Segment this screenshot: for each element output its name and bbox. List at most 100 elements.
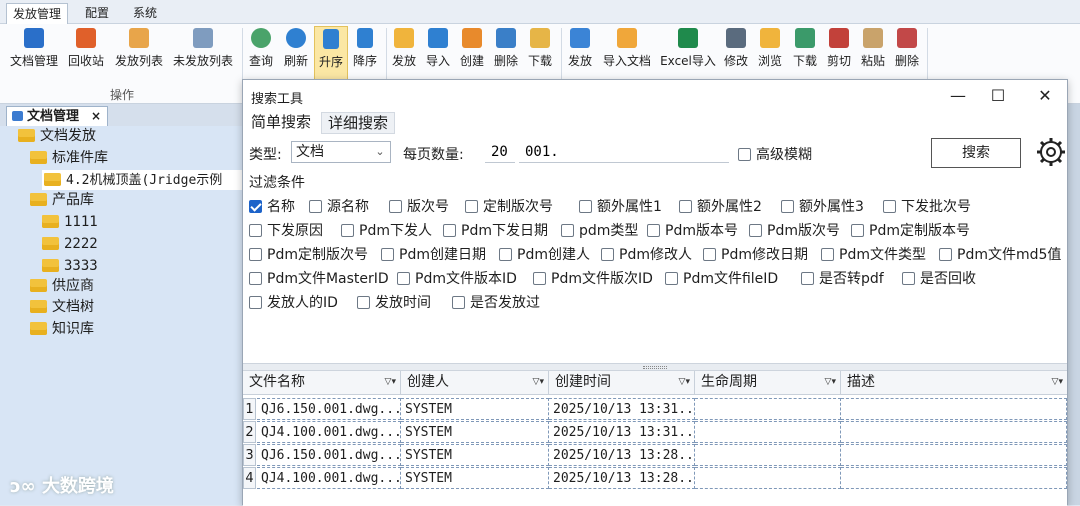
table-cell-creator[interactable]: SYSTEM	[401, 421, 549, 443]
table-cell-life[interactable]	[695, 467, 841, 489]
table-cell-desc[interactable]	[841, 444, 1067, 466]
filter-checkbox[interactable]: Pdm修改日期	[703, 244, 808, 264]
table-cell-time[interactable]: 2025/10/13 13:31...	[549, 398, 695, 420]
tab-detailed-search[interactable]: 详细搜索	[321, 112, 396, 134]
filter-checkbox[interactable]: Pdm定制版次号	[249, 244, 368, 264]
filter-sort-icon[interactable]: ▽▾	[825, 371, 836, 394]
filter-checkbox[interactable]: pdm类型	[561, 220, 638, 240]
paste-button[interactable]: 粘贴	[858, 26, 888, 76]
filter-checkbox[interactable]: Pdm下发日期	[443, 220, 548, 240]
filter-checkbox[interactable]: 下发原因	[249, 220, 323, 240]
tree-node-standard-parts[interactable]: 标准件库	[30, 148, 108, 168]
filter-checkbox[interactable]: 是否发放过	[452, 292, 540, 312]
tree-node-supplier[interactable]: 供应商	[30, 276, 94, 296]
create-button[interactable]: 创建	[457, 26, 487, 76]
table-cell-file[interactable]: QJ6.150.001.dwg...	[257, 444, 401, 466]
table-cell-life[interactable]	[695, 421, 841, 443]
tree-node-doc-tree[interactable]: 文档树	[30, 297, 94, 317]
table-cell-file[interactable]: QJ4.100.001.dwg...	[257, 467, 401, 489]
table-cell-time[interactable]: 2025/10/13 13:28...	[549, 467, 695, 489]
menu-tab-config[interactable]: 配置	[79, 3, 115, 24]
tree-node-2222[interactable]: 2222	[42, 234, 98, 254]
column-header-created-time[interactable]: 创建时间 ▽▾	[549, 371, 695, 395]
filter-checkbox[interactable]: 定制版次号	[465, 196, 553, 216]
tree-node-3333[interactable]: 3333	[42, 256, 98, 276]
maximize-icon[interactable]: ☐	[987, 85, 1009, 107]
download-doc-button[interactable]: 下载	[790, 26, 820, 76]
search-button[interactable]: 搜索	[931, 138, 1021, 168]
table-row[interactable]: 3 QJ6.150.001.dwg... SYSTEM 2025/10/13 13:2…	[243, 444, 1067, 466]
delete-button[interactable]: 删除	[491, 26, 521, 76]
filter-checkbox[interactable]: Pdm创建日期	[381, 244, 486, 264]
cut-button[interactable]: 剪切	[824, 26, 854, 76]
table-row[interactable]: 1 QJ6.150.001.dwg... SYSTEM 2025/10/13 13:3…	[243, 398, 1067, 420]
table-cell-desc[interactable]	[841, 467, 1067, 489]
filter-checkbox[interactable]: 源名称	[309, 196, 369, 216]
column-header-filename[interactable]: 文件名称 ▽▾	[243, 371, 401, 395]
panel-splitter[interactable]	[243, 363, 1067, 371]
filter-sort-icon[interactable]: ▽▾	[1052, 371, 1063, 394]
tab-simple-search[interactable]: 简单搜索	[245, 112, 318, 134]
filter-checkbox[interactable]: Pdm文件版本ID	[397, 268, 517, 288]
close-icon[interactable]: ✕	[1034, 85, 1056, 107]
filter-checkbox[interactable]: 版次号	[389, 196, 449, 216]
download-button[interactable]: 下载	[525, 26, 555, 76]
tree-node-knowledge[interactable]: 知识库	[30, 319, 94, 339]
close-tab-icon[interactable]: ×	[91, 107, 101, 126]
import-button[interactable]: 导入	[423, 26, 453, 76]
filter-checkbox[interactable]: Pdm文件MasterID	[249, 268, 389, 288]
filter-checkbox[interactable]: Pdm下发人	[341, 220, 432, 240]
tree-node-1111[interactable]: 1111	[42, 212, 98, 232]
table-cell-creator[interactable]: SYSTEM	[401, 467, 549, 489]
filter-checkbox[interactable]: 是否回收	[902, 268, 976, 288]
filter-checkbox[interactable]: 名称	[249, 196, 295, 216]
modify-button[interactable]: 修改	[721, 26, 751, 76]
table-cell-time[interactable]: 2025/10/13 13:28...	[549, 444, 695, 466]
menu-tab-distribution[interactable]: 发放管理	[6, 3, 69, 24]
column-header-lifecycle[interactable]: 生命周期 ▽▾	[695, 371, 841, 395]
filter-sort-icon[interactable]: ▽▾	[533, 371, 544, 394]
undistributed-list-button[interactable]: 未发放列表	[170, 26, 236, 76]
import-doc-button[interactable]: 导入文档	[600, 26, 654, 76]
filter-checkbox[interactable]: 额外属性3	[781, 196, 864, 216]
table-cell-life[interactable]	[695, 398, 841, 420]
filter-checkbox[interactable]: Pdm文件fileID	[665, 268, 778, 288]
tree-node-doc-distribution[interactable]: 文档发放	[18, 126, 96, 146]
table-cell-creator[interactable]: SYSTEM	[401, 444, 549, 466]
tab-document-management[interactable]: 文档管理 ×	[6, 106, 108, 126]
filter-checkbox[interactable]: Pdm创建人	[499, 244, 590, 264]
browse-button[interactable]: 浏览	[755, 26, 785, 76]
excel-import-button[interactable]: Excel导入	[658, 26, 718, 76]
table-cell-life[interactable]	[695, 444, 841, 466]
table-cell-desc[interactable]	[841, 398, 1067, 420]
filter-checkbox[interactable]: 下发批次号	[883, 196, 971, 216]
tree-node-product-lib[interactable]: 产品库	[30, 190, 94, 210]
filter-checkbox[interactable]: Pdm文件版次ID	[533, 268, 653, 288]
keyword-input[interactable]	[519, 141, 729, 163]
recycle-bin-button[interactable]: 回收站	[66, 26, 106, 76]
tree-node-top-cover[interactable]: 4.2机械顶盖(Jridge示例	[42, 170, 242, 190]
table-cell-time[interactable]: 2025/10/13 13:31...	[549, 421, 695, 443]
table-cell-file[interactable]: QJ4.100.001.dwg...	[257, 421, 401, 443]
filter-checkbox[interactable]: Pdm修改人	[601, 244, 692, 264]
page-size-input[interactable]	[485, 141, 515, 163]
menu-tab-system[interactable]: 系统	[127, 3, 163, 24]
refresh-button[interactable]: 刷新	[281, 26, 311, 76]
sort-asc-button[interactable]: 升序	[314, 26, 348, 82]
table-cell-file[interactable]: QJ6.150.001.dwg...	[257, 398, 401, 420]
distribute-button[interactable]: 发放	[389, 26, 419, 76]
filter-checkbox[interactable]: Pdm版次号	[749, 220, 840, 240]
table-cell-desc[interactable]	[841, 421, 1067, 443]
filter-sort-icon[interactable]: ▽▾	[679, 371, 690, 394]
filter-checkbox[interactable]: Pdm文件类型	[821, 244, 926, 264]
table-row[interactable]: 2 QJ4.100.001.dwg... SYSTEM 2025/10/13 13:3…	[243, 421, 1067, 443]
sort-desc-button[interactable]: 降序	[350, 26, 380, 76]
filter-sort-icon[interactable]: ▽▾	[385, 371, 396, 394]
filter-checkbox[interactable]: 额外属性2	[679, 196, 762, 216]
gear-icon[interactable]	[1035, 136, 1067, 168]
delete-doc-button[interactable]: 删除	[892, 26, 922, 76]
filter-checkbox[interactable]: 额外属性1	[579, 196, 662, 216]
distribute-list-button[interactable]: 发放列表	[112, 26, 166, 76]
column-header-creator[interactable]: 创建人 ▽▾	[401, 371, 549, 395]
column-header-description[interactable]: 描述 ▽▾	[841, 371, 1067, 395]
